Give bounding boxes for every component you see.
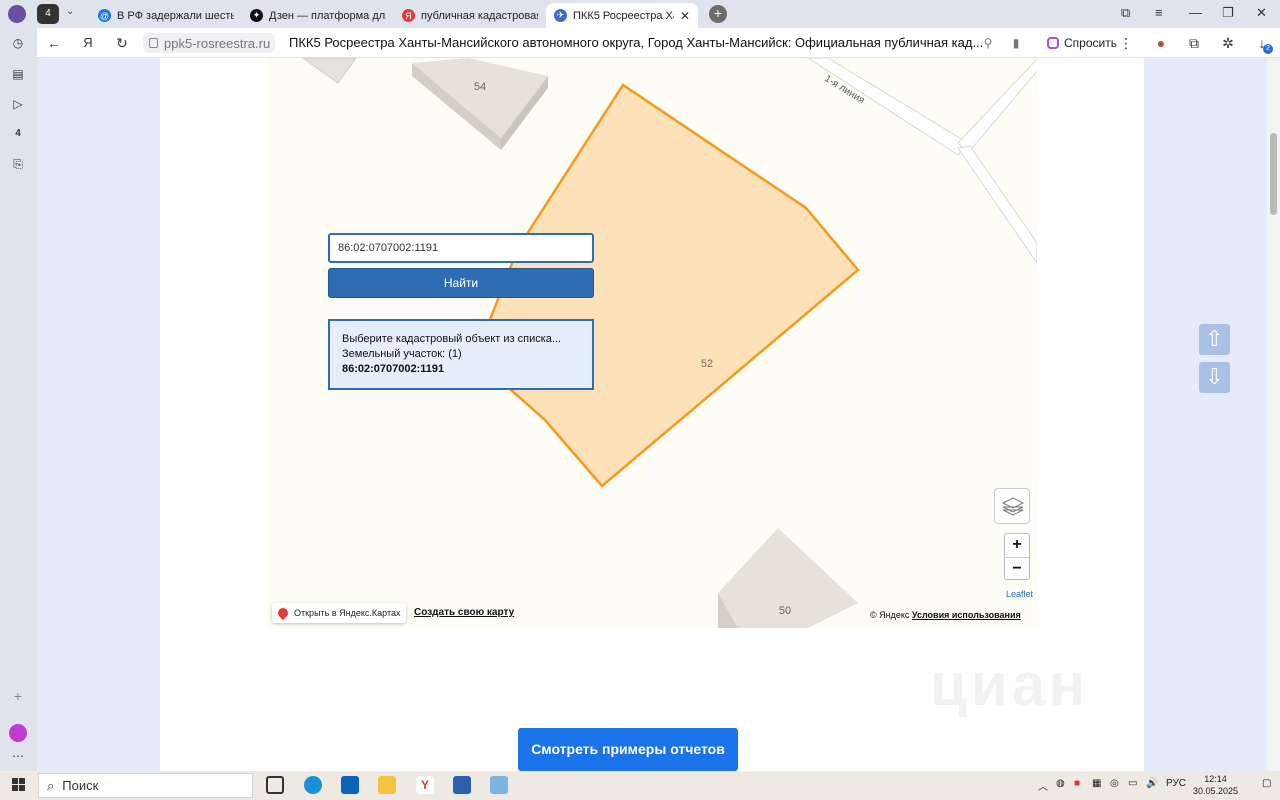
result-item[interactable]: 86:02:0707002:1191	[342, 362, 580, 377]
close-tab-icon[interactable]: ✕	[680, 9, 690, 23]
language-indicator[interactable]: РУС	[1166, 778, 1186, 789]
new-tab-button[interactable]: +	[709, 5, 727, 23]
yandex-browser-icon[interactable]: Y	[416, 776, 434, 794]
parcel-label-50: 50	[779, 605, 791, 617]
leaflet-link[interactable]: Leaflet	[1006, 589, 1033, 599]
find-button[interactable]: Найти	[328, 268, 594, 298]
extensions-icon[interactable]: ✲	[1219, 34, 1237, 52]
left-gutter	[37, 58, 160, 771]
reload-icon[interactable]: ↻	[113, 34, 131, 52]
url-host: ppk5-rosreestra.ru	[164, 35, 271, 51]
rosreestr-icon: ✈	[554, 9, 567, 22]
tray-camera-icon[interactable]: ◎	[1110, 778, 1119, 789]
collections-icon[interactable]: ▤	[10, 66, 26, 82]
tray-yandex-icon[interactable]: ■	[1074, 778, 1080, 789]
screenshot-icon[interactable]: ⎘	[10, 156, 26, 172]
menu-icon[interactable]: ≡	[1155, 5, 1163, 20]
page-scrollbar[interactable]	[1267, 58, 1280, 771]
ai-ask-icon	[1047, 37, 1059, 49]
tab-yandex-search[interactable]: Я публичная кадастровая к	[394, 3, 546, 28]
start-button[interactable]	[12, 778, 26, 792]
parcel-label-54: 54	[474, 81, 486, 93]
more-icon[interactable]: ⋯	[10, 748, 26, 764]
restore-icon[interactable]: ❐	[1222, 5, 1234, 21]
profile-avatar[interactable]	[8, 5, 26, 23]
tab-strip: 4 ⌄ @ В РФ задержали шесть че ✦ Дзен — п…	[0, 0, 1280, 28]
yandex-home-icon[interactable]: Я	[79, 34, 97, 52]
cadastral-search-input[interactable]: 86:02:0707002:1191	[328, 233, 594, 263]
scroll-down-button[interactable]: ⇩	[1199, 362, 1230, 393]
tray-display-icon[interactable]: ▭	[1128, 778, 1137, 789]
taskbar-search[interactable]: ⌕ Поиск	[38, 773, 253, 798]
zoom-in-button[interactable]: +	[1005, 534, 1029, 557]
building	[302, 58, 357, 84]
more-vertical-icon[interactable]: ⋮	[1117, 34, 1135, 52]
cian-watermark: циан	[930, 651, 1090, 718]
edge-icon[interactable]	[304, 776, 322, 794]
parcel-label-52: 52	[701, 358, 713, 370]
file-explorer-icon[interactable]	[378, 776, 396, 794]
create-map-link[interactable]: Создать свою карту	[414, 607, 514, 618]
browser-sidebar: ◷ ▤ ▷ 4 ⎘ + ⋯	[0, 28, 37, 771]
open-yandex-maps-button[interactable]: Открыть в Яндекс.Картах	[272, 603, 407, 623]
yandex-icon: Я	[402, 9, 415, 22]
chevron-down-icon[interactable]: ⌄	[66, 6, 74, 17]
taskbar: ⌕ Поиск Y ︿ ◍ ■ ▦ ◎ ▭ 🔊 РУС 12:14 30.05.…	[0, 771, 1280, 800]
reading-list-icon[interactable]: ⧉	[1185, 34, 1203, 52]
navigation-bar: ← Я ↻ ppk5-rosreestra.ru ПКК5 Росреестра…	[37, 28, 1280, 58]
tab-news[interactable]: @ В РФ задержали шесть че	[90, 3, 242, 28]
building-54	[412, 58, 548, 150]
zoom-out-button[interactable]: −	[1005, 557, 1029, 580]
outlook-icon[interactable]	[341, 776, 359, 794]
address-page-title[interactable]: ПКК5 Росреестра Ханты-Мансийского автоно…	[289, 35, 983, 50]
video-icon[interactable]: ▷	[10, 96, 26, 112]
bookmarks-icon[interactable]: ⧉	[1121, 5, 1130, 21]
search-icon: ⌕	[47, 777, 55, 793]
task-view-icon[interactable]	[266, 776, 284, 794]
tab-dzen[interactable]: ✦ Дзен — платформа для п	[242, 3, 394, 28]
add-panel-icon[interactable]: +	[10, 688, 26, 704]
clock[interactable]: 12:14 30.05.2025	[1193, 773, 1238, 797]
scroll-up-button[interactable]: ⇧	[1199, 324, 1230, 355]
map-pin-icon	[275, 605, 291, 621]
history-icon[interactable]: ◷	[10, 35, 26, 51]
remote-desktop-icon[interactable]	[490, 776, 508, 794]
result-category: Земельный участок: (1)	[342, 348, 462, 360]
zoom-control: + −	[1004, 533, 1030, 580]
extension-icon[interactable]: ●	[1152, 34, 1170, 52]
mail-icon: @	[98, 9, 111, 22]
layers-button[interactable]	[994, 488, 1030, 524]
back-icon[interactable]: ←	[45, 34, 63, 52]
tray-expand-icon[interactable]: ︿	[1038, 778, 1048, 793]
close-window-icon[interactable]: ✕	[1256, 5, 1267, 21]
search-result-panel: Выберите кадастровый объект из списка...…	[328, 319, 594, 390]
dzen-icon: ✦	[250, 9, 263, 22]
layers-icon	[1001, 497, 1025, 516]
volume-icon[interactable]: 🔊	[1146, 778, 1158, 789]
view-report-examples-button[interactable]: Смотреть примеры отчетов	[518, 728, 738, 771]
tab-group-counter[interactable]: 4	[37, 4, 59, 24]
tray-app-icon[interactable]: ◍	[1056, 778, 1065, 789]
minimize-icon[interactable]: —	[1189, 5, 1202, 20]
map-copyright: © Яндекс Условия использования	[870, 610, 1021, 620]
tab-pkk5[interactable]: ✈ ПКК5 Росреестра Ханты ✕	[546, 3, 698, 28]
location-icon[interactable]: ⚲	[979, 34, 997, 52]
word-icon[interactable]	[453, 776, 471, 794]
result-prompt: Выберите кадастровый объект из списка...	[342, 333, 562, 345]
bookmark-icon[interactable]: ▮	[1007, 34, 1025, 52]
ask-button[interactable]: Спросить	[1041, 32, 1123, 54]
address-host-pill[interactable]: ppk5-rosreestra.ru	[143, 33, 275, 53]
tabs-icon[interactable]: 4	[10, 126, 26, 142]
terms-link[interactable]: Условия использования	[912, 610, 1021, 620]
alice-icon[interactable]	[9, 724, 27, 742]
notifications-icon[interactable]: ▢	[1262, 778, 1271, 789]
tray-qr-icon[interactable]: ▦	[1092, 778, 1101, 789]
lock-icon	[149, 38, 158, 48]
downloads-badge: 2	[1263, 44, 1273, 54]
scrollbar-thumb[interactable]	[1270, 133, 1277, 215]
right-gutter	[1144, 58, 1267, 771]
